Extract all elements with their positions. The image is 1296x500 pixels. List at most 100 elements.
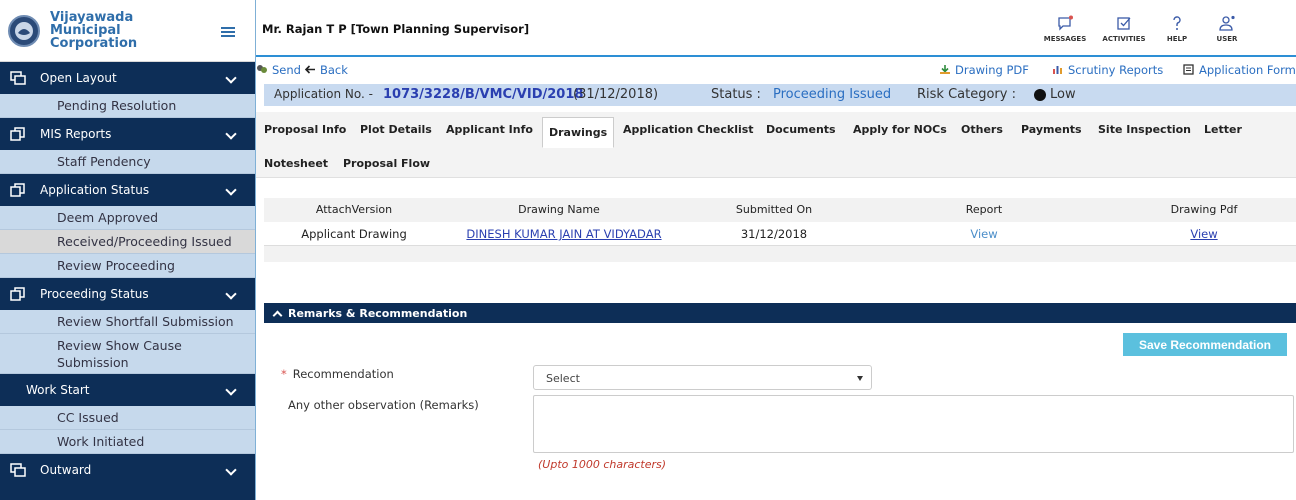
brand-header: Vijayawada Municipal Corporation (0, 0, 255, 62)
form-icon (1183, 64, 1194, 75)
risk-label: Risk Category : (917, 87, 1016, 102)
nav-label: Application Status (40, 183, 150, 197)
application-form-link[interactable]: Application Form (1183, 63, 1296, 77)
tab-letter[interactable]: Letter (1204, 123, 1242, 136)
tab-proposal-flow[interactable]: Proposal Flow (343, 157, 430, 170)
tab-proposal-info[interactable]: Proposal Info (264, 123, 346, 136)
corporation-logo (8, 14, 40, 47)
top-bar: Mr. Rajan T P [Town Planning Supervisor]… (256, 0, 1296, 57)
nav-outward[interactable]: Outward (0, 454, 255, 486)
message-icon (1058, 15, 1073, 31)
user-button[interactable]: USER (1202, 15, 1252, 43)
activities-button[interactable]: ACTIVITIES (1099, 15, 1149, 43)
submitted-on: 31/12/2018 (740, 227, 808, 241)
bar-chart-icon (1053, 66, 1062, 74)
tab-drawings[interactable]: Drawings (542, 117, 615, 148)
table-header-row: AttachVersion Drawing Name Submitted On … (264, 198, 1296, 222)
brand-name: Vijayawada Municipal Corporation (50, 10, 138, 51)
tab-bar: Proposal Info Plot Details Applicant Inf… (256, 112, 1296, 178)
tab-apply-for-nocs[interactable]: Apply for NOCs (853, 123, 947, 136)
back-link[interactable]: Back (304, 63, 348, 77)
tab-applicant-info[interactable]: Applicant Info (446, 123, 533, 136)
nav-review-proceeding[interactable]: Review Proceeding (0, 254, 255, 278)
download-icon (940, 65, 950, 74)
sidebar: Vijayawada Municipal Corporation Open La… (0, 0, 256, 500)
recommendation-label: * Recommendation (281, 367, 394, 381)
check-square-icon (1117, 17, 1131, 30)
column-header: Drawing Name (518, 203, 600, 216)
nav-cc-issued[interactable]: CC Issued (0, 406, 255, 430)
tab-documents[interactable]: Documents (766, 123, 836, 136)
character-limit-hint: (Upto 1000 characters) (538, 458, 667, 471)
nav-work-initiated[interactable]: Work Initiated (0, 430, 255, 454)
chevron-down-icon (225, 384, 237, 396)
nav-open-layout[interactable]: Open Layout (0, 62, 255, 94)
tab-others[interactable]: Others (961, 123, 1003, 136)
remarks-section-header[interactable]: Remarks & Recommendation (264, 303, 1296, 323)
column-header: Report (965, 203, 1003, 216)
table-row: Applicant Drawing DINESH KUMAR JAIN AT V… (264, 222, 1296, 246)
chevron-up-icon (272, 310, 283, 321)
scrutiny-reports-link[interactable]: Scrutiny Reports (1052, 63, 1163, 77)
emblem-icon (15, 21, 33, 40)
tab-notesheet[interactable]: Notesheet (264, 157, 328, 170)
copy-icon (10, 183, 25, 197)
nav-pending-resolution[interactable]: Pending Resolution (0, 94, 255, 118)
save-recommendation-button[interactable]: Save Recommendation (1123, 333, 1287, 356)
nav-review-shortfall[interactable]: Review Shortfall Submission (0, 310, 255, 334)
nav-application-status[interactable]: Application Status (0, 174, 255, 206)
nav-work-start[interactable]: Work Start (0, 374, 255, 406)
observation-label: Any other observation (Remarks) (288, 398, 479, 412)
select-value: Select (546, 372, 580, 385)
action-row: Send Back Drawing PDF Scrutiny Reports A… (256, 60, 1296, 80)
application-date: (31/12/2018) (573, 87, 659, 102)
risk-value: Low (1050, 87, 1076, 102)
column-header: Submitted On (735, 203, 813, 216)
user-title: Mr. Rajan T P [Town Planning Supervisor] (262, 22, 530, 36)
messages-button[interactable]: MESSAGES (1040, 15, 1090, 43)
user-icon (1219, 15, 1235, 31)
chevron-down-icon (225, 288, 237, 300)
layers-icon (10, 463, 26, 477)
observation-textarea[interactable] (533, 395, 1294, 453)
layers-icon (10, 71, 26, 85)
table-footer (264, 246, 1296, 262)
recommendation-select[interactable]: Select (533, 365, 872, 390)
chevron-down-icon (225, 128, 237, 140)
attach-version: Applicant Drawing (301, 227, 407, 241)
nav-label: MIS Reports (40, 127, 112, 141)
nav-staff-pendency[interactable]: Staff Pendency (0, 150, 255, 174)
arrow-left-icon (304, 65, 315, 74)
send-icon (257, 65, 267, 73)
drawing-pdf-link[interactable]: Drawing PDF (939, 63, 1029, 77)
nav-review-show-cause[interactable]: Review Show Cause Submission (0, 334, 255, 374)
send-link[interactable]: Send (256, 63, 301, 77)
nav-label: Work Start (26, 383, 90, 397)
help-button[interactable]: HELP (1152, 15, 1202, 43)
tab-site-inspection[interactable]: Site Inspection (1098, 123, 1191, 136)
report-view-link[interactable]: View (944, 227, 1024, 241)
tab-plot-details[interactable]: Plot Details (360, 123, 432, 136)
nav-proceeding-status[interactable]: Proceeding Status (0, 278, 255, 310)
nav-label: Outward (40, 463, 92, 477)
nav-mis-reports[interactable]: MIS Reports (0, 118, 255, 150)
caret-down-icon (857, 376, 863, 381)
nav-deem-approved[interactable]: Deem Approved (0, 206, 255, 230)
status-label: Status : (711, 87, 761, 102)
drawing-name-link[interactable]: DINESH KUMAR JAIN AT VIDYADAR (459, 227, 669, 241)
risk-dot-icon (1034, 89, 1046, 101)
tab-payments[interactable]: Payments (1021, 123, 1082, 136)
copy-icon (10, 127, 25, 141)
column-header: Drawing Pdf (1170, 203, 1238, 216)
hamburger-menu-icon[interactable] (221, 27, 235, 37)
tab-application-checklist[interactable]: Application Checklist (623, 123, 754, 136)
column-header: AttachVersion (315, 203, 393, 216)
application-label: Application No. - (274, 87, 373, 101)
copy-icon (10, 287, 25, 301)
application-number: 1073/3228/B/VMC/VID/2018 (383, 87, 584, 102)
required-marker: * (281, 367, 287, 381)
status-value: Proceeding Issued (773, 87, 892, 102)
drawings-table: AttachVersion Drawing Name Submitted On … (264, 198, 1296, 262)
drawing-pdf-view-link[interactable]: View (1144, 227, 1264, 241)
nav-received-proceeding-issued[interactable]: Received/Proceeding Issued (0, 230, 255, 254)
